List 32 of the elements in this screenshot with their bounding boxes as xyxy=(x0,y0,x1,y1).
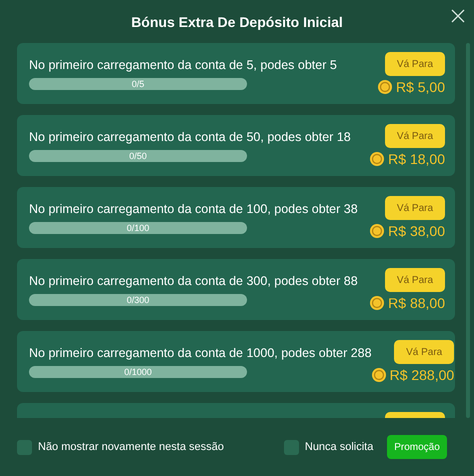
checkbox[interactable] xyxy=(17,440,32,454)
offer-text: No primeiro carregamento da conta de 50, podes obter 18 xyxy=(29,130,352,144)
offer-text: No primeiro carregamento da conta de 100, podes obter 38 xyxy=(29,202,359,216)
close-icon[interactable] xyxy=(451,9,465,23)
coin-icon xyxy=(370,224,384,238)
offer-text: No primeiro carregamento da conta de 5, podes obter 5 xyxy=(29,58,338,72)
go-button[interactable]: Vá Para xyxy=(394,340,454,364)
coin-icon xyxy=(370,296,384,310)
coin-icon xyxy=(370,152,384,166)
coin-icon xyxy=(372,368,386,382)
progress-text: 0/1000 xyxy=(124,366,152,376)
reward-amount: R$ 288,00 xyxy=(390,367,454,383)
reward-amount: R$ 38,00 xyxy=(388,223,445,239)
go-button[interactable]: Vá Para xyxy=(385,196,445,220)
reward-amount: R$ 5,00 xyxy=(396,79,445,95)
progress-text: 0/300 xyxy=(126,294,150,304)
go-button[interactable]: Vá Para xyxy=(385,124,445,148)
progress-text: 0/50 xyxy=(129,150,147,160)
offer-text: No primeiro carregamento da conta de 300, podes obter 88 xyxy=(29,274,359,288)
progress-text: 0/100 xyxy=(126,222,150,232)
checkbox[interactable] xyxy=(284,440,299,454)
go-button[interactable]: Vá Para xyxy=(385,52,445,76)
promotion-button[interactable]: Promoção xyxy=(387,435,447,459)
checkbox-label: Não mostrar novamente nesta sessão xyxy=(38,441,224,453)
offer-text: No primeiro carregamento da conta de 1000, podes obter 288 xyxy=(29,346,372,360)
checkbox-label: Nunca solicita xyxy=(304,441,374,453)
progress-text: 0/5 xyxy=(132,78,144,88)
go-button[interactable]: Vá Para xyxy=(385,268,445,292)
dialog-title: Bónus Extra De Depósito Inicial xyxy=(131,14,343,30)
coin-icon xyxy=(378,80,392,94)
reward-amount: R$ 18,00 xyxy=(388,151,445,167)
reward-amount: R$ 88,00 xyxy=(388,295,445,311)
